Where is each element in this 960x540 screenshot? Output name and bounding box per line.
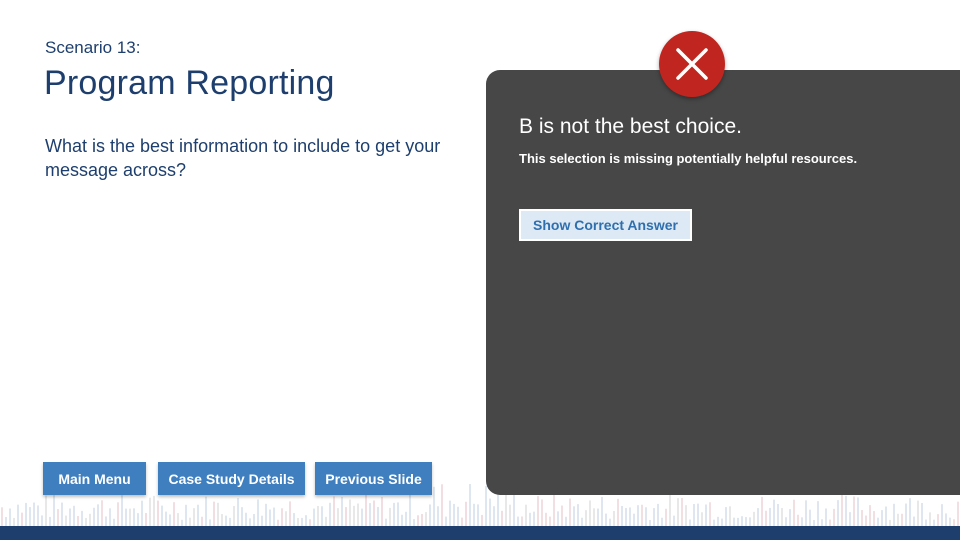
slide: Scenario 13: Program Reporting What is t…: [0, 0, 960, 540]
footer-bar: [0, 526, 960, 540]
feedback-message: This selection is missing potentially he…: [519, 151, 858, 166]
scenario-label: Scenario 13:: [45, 38, 141, 57]
page-title: Program Reporting: [44, 64, 335, 102]
previous-slide-button[interactable]: Previous Slide: [315, 462, 432, 495]
incorrect-x-icon: [659, 31, 725, 97]
show-correct-answer-button[interactable]: Show Correct Answer: [519, 209, 692, 241]
case-study-details-button[interactable]: Case Study Details: [158, 462, 305, 495]
question-text: What is the best information to include …: [45, 136, 441, 180]
main-menu-button[interactable]: Main Menu: [43, 462, 146, 495]
feedback-heading: B is not the best choice.: [519, 115, 742, 138]
